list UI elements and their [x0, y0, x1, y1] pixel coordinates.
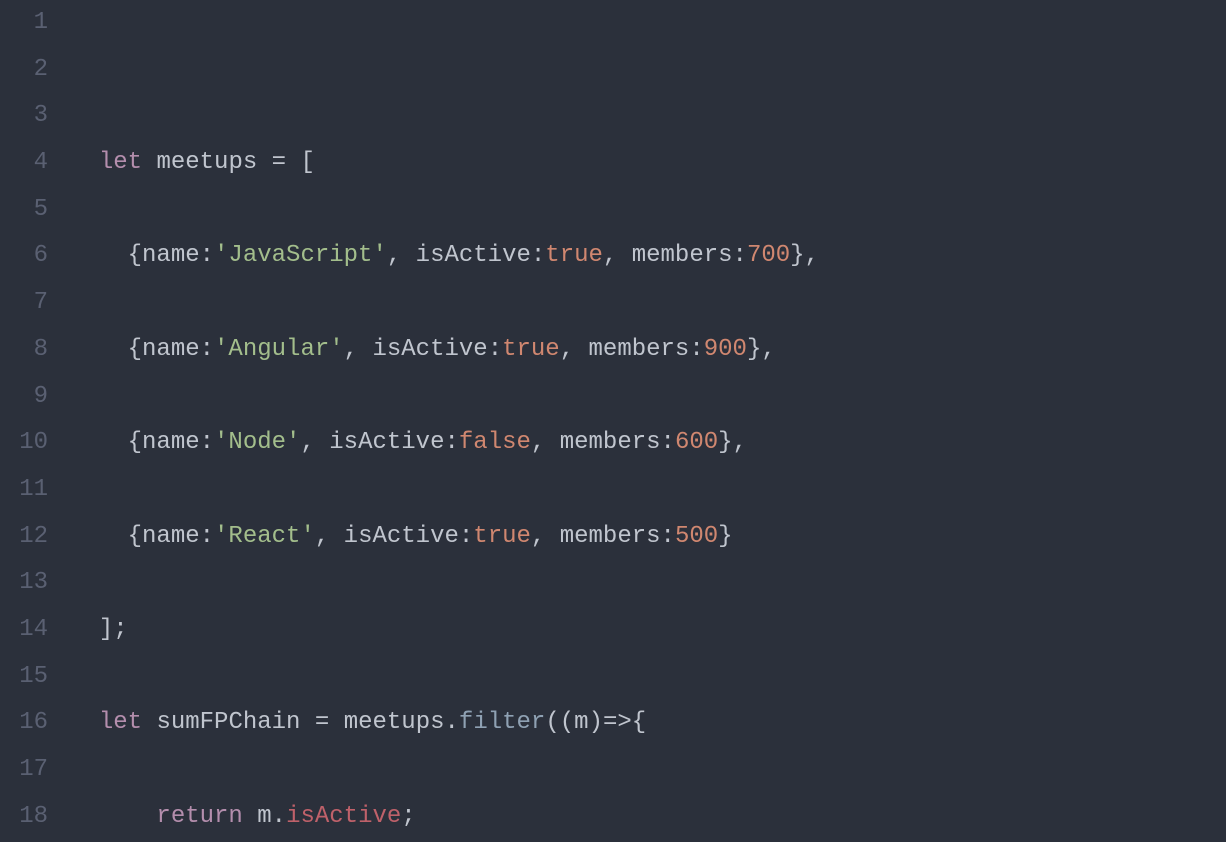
code-line: {name:'React', isActive:true, members:50…	[70, 514, 1226, 561]
code-line: let meetups = [	[70, 140, 1226, 187]
code-line: let sumFPChain = meetups.filter((m)=>{	[70, 700, 1226, 747]
line-number: 13	[0, 560, 48, 607]
line-number-gutter: 1 2 3 4 5 6 7 8 9 10 11 12 13 14 15 16 1…	[0, 0, 70, 842]
code-line: {name:'JavaScript', isActive:true, membe…	[70, 233, 1226, 280]
code-editor[interactable]: 1 2 3 4 5 6 7 8 9 10 11 12 13 14 15 16 1…	[0, 0, 1226, 842]
line-number: 17	[0, 747, 48, 794]
code-line	[70, 47, 1226, 94]
line-number: 18	[0, 794, 48, 841]
code-line: {name:'Angular', isActive:true, members:…	[70, 327, 1226, 374]
line-number: 7	[0, 280, 48, 327]
line-number: 16	[0, 700, 48, 747]
line-number: 10	[0, 420, 48, 467]
code-line: ];	[70, 607, 1226, 654]
line-number: 15	[0, 654, 48, 701]
code-content[interactable]: let meetups = [ {name:'JavaScript', isAc…	[70, 0, 1226, 842]
line-number: 8	[0, 327, 48, 374]
line-number: 2	[0, 47, 48, 94]
line-number: 5	[0, 187, 48, 234]
line-number: 1	[0, 0, 48, 47]
line-number: 11	[0, 467, 48, 514]
line-number: 12	[0, 514, 48, 561]
line-number: 4	[0, 140, 48, 187]
code-line: {name:'Node', isActive:false, members:60…	[70, 420, 1226, 467]
line-number: 14	[0, 607, 48, 654]
code-line: return m.isActive;	[70, 794, 1226, 841]
line-number: 6	[0, 233, 48, 280]
line-number: 9	[0, 374, 48, 421]
line-number: 3	[0, 93, 48, 140]
